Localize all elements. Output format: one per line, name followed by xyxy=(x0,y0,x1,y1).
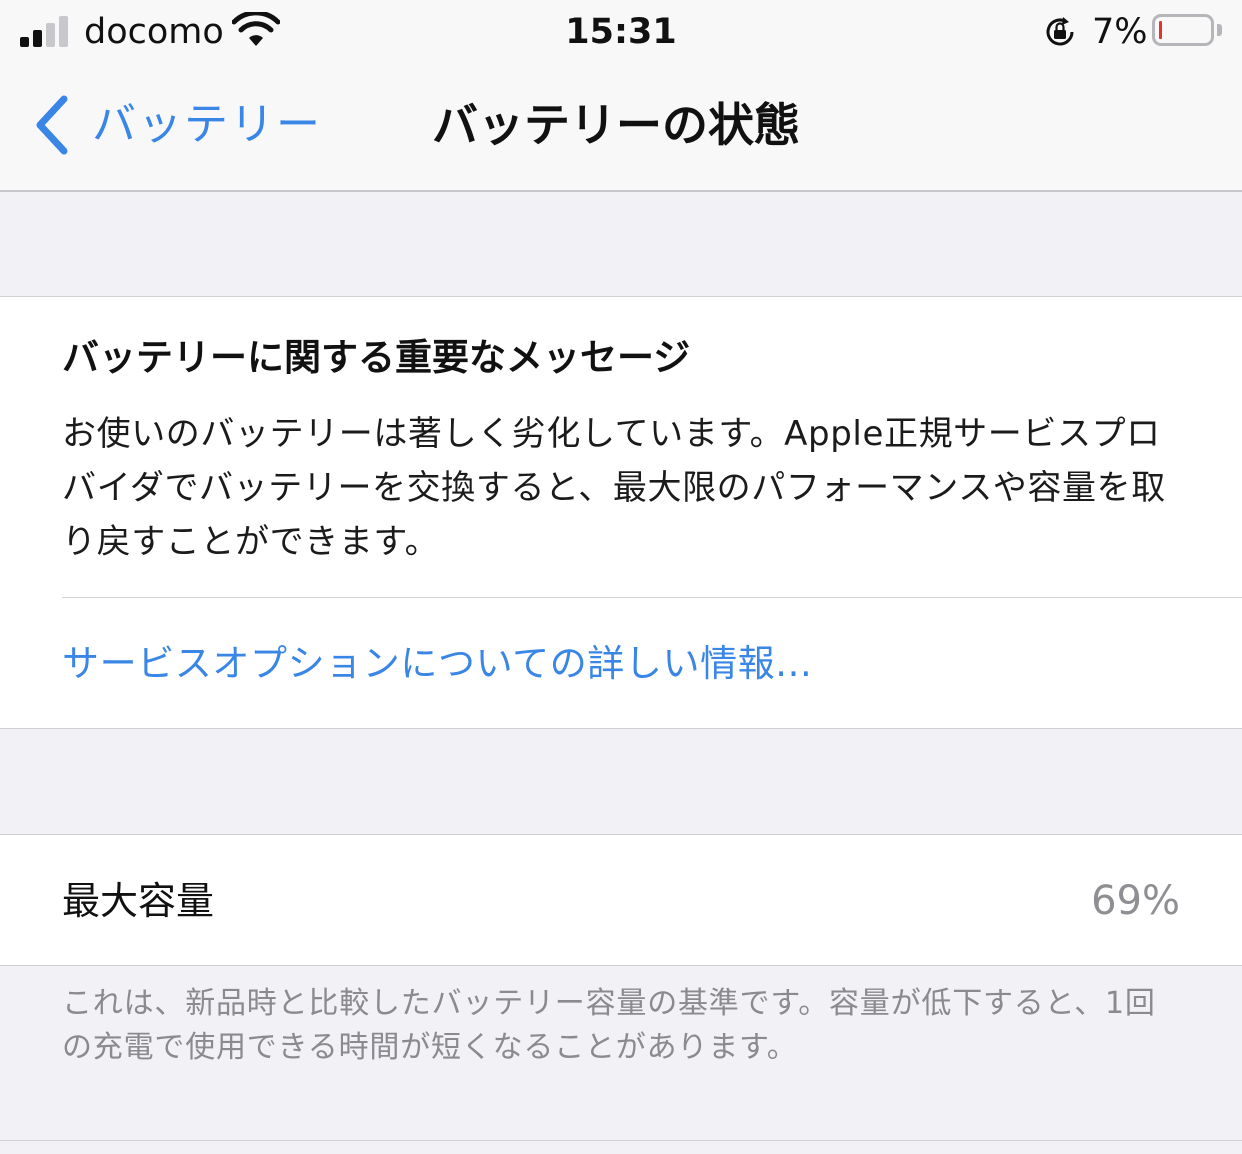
message-title: バッテリーに関する重要なメッセージ xyxy=(62,336,691,379)
signal-icon xyxy=(20,13,72,47)
capacity-label: 最大容量 xyxy=(62,879,215,923)
battery-icon xyxy=(1152,14,1214,46)
back-button[interactable]: バッテリー xyxy=(32,90,322,160)
battery-percent: 7% xyxy=(1092,12,1148,52)
carrier-name: docomo xyxy=(84,12,224,52)
section-separator xyxy=(0,1140,1242,1141)
page-title: バッテリーの状態 xyxy=(432,98,800,152)
chevron-left-icon xyxy=(36,95,68,155)
battery-fill xyxy=(1159,21,1162,39)
important-message-card: バッテリーに関する重要なメッセージ お使いのバッテリーは著しく劣化しています。A… xyxy=(0,296,1242,729)
divider xyxy=(62,597,1242,598)
status-time: 15:31 xyxy=(565,12,677,52)
back-label: バッテリー xyxy=(92,99,322,150)
message-body: お使いのバッテリーは著しく劣化しています。Apple正規サービスプロバイダでバッ… xyxy=(62,414,1166,562)
maximum-capacity-row: 最大容量 69% xyxy=(0,834,1242,966)
capacity-footnote: これは、新品時と比較したバッテリー容量の基準です。容量が低下すると、1回の充電で… xyxy=(62,986,1156,1065)
status-bar: docomo 15:31 7% xyxy=(0,0,1242,66)
capacity-value: 69% xyxy=(1091,878,1180,924)
navigation-bar: バッテリー バッテリーの状態 xyxy=(0,66,1242,192)
rotation-lock-icon xyxy=(1046,17,1074,46)
service-options-link[interactable]: サービスオプションについての詳しい情報... xyxy=(62,637,812,691)
battery-cap xyxy=(1217,24,1222,36)
wifi-icon xyxy=(232,12,280,46)
